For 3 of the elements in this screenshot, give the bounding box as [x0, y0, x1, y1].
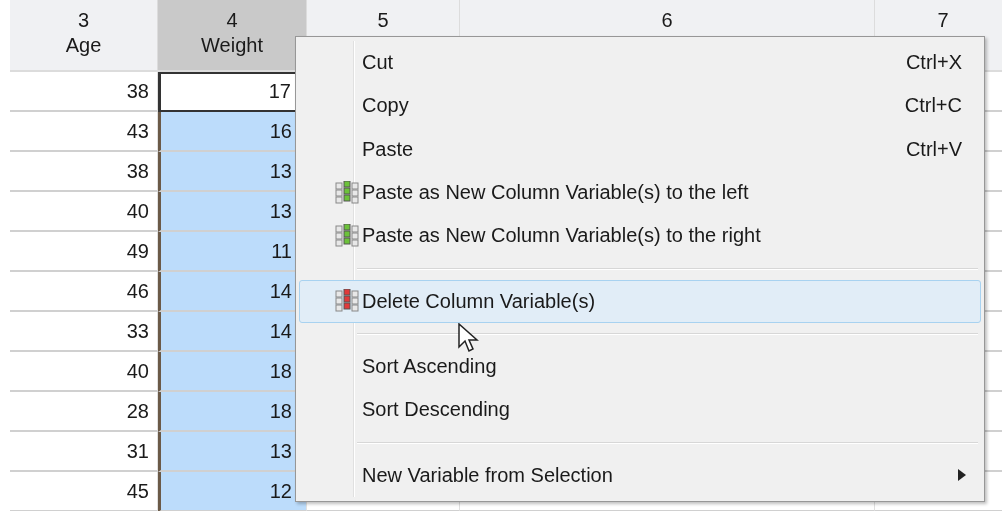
shortcut-text: Ctrl+X [905, 51, 962, 75]
shortcut-text: Ctrl+V [905, 137, 962, 161]
shortcut-text: Ctrl+C [904, 94, 962, 118]
